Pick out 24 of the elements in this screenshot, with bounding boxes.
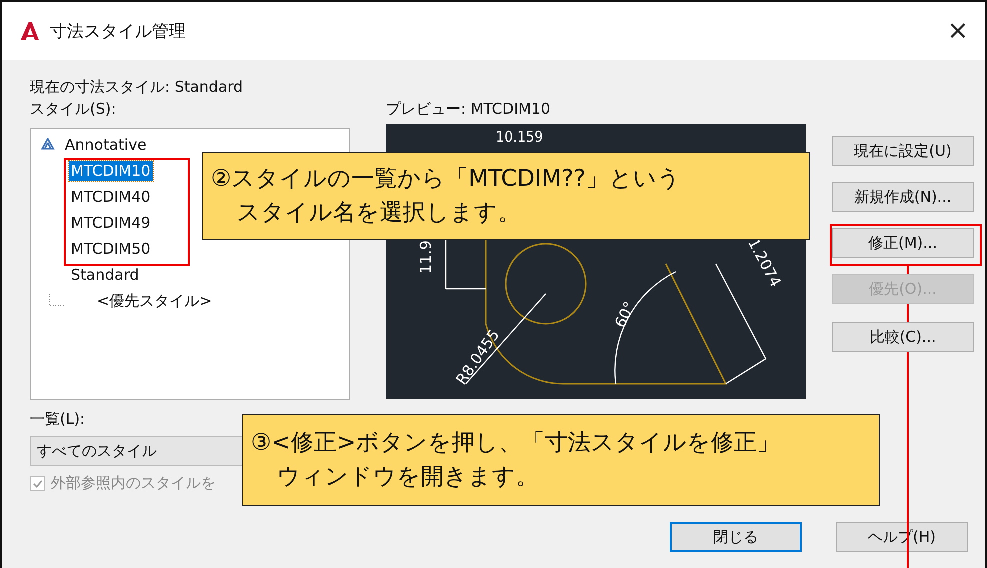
style-item[interactable]: Standard [69,265,142,285]
callout-text: ウィンドウを開きます。 [276,463,540,492]
style-item[interactable]: Annotative [63,135,149,155]
side-button[interactable]: 比較(C)... [832,322,974,352]
style-item[interactable]: MTCDIM50 [69,239,153,259]
preview-label: プレビュー: MTCDIM10 [386,99,552,120]
style-item[interactable]: MTCDIM10 [69,161,153,181]
list-label: 一覧(L): [30,409,86,430]
side-button[interactable]: 修正(M)... [832,228,974,258]
style-item[interactable]: MTCDIM40 [69,187,153,207]
current-style-label: 現在の寸法スタイル: Standard [30,77,244,98]
checkmark-icon [32,478,44,490]
xref-label: 外部参照内のスタイルを [51,474,216,493]
annotative-icon [41,138,55,152]
style-item[interactable]: MTCDIM49 [69,213,153,233]
styles-label: スタイル(S): [30,99,118,120]
close-button[interactable]: × [943,16,973,46]
side-button[interactable]: 新規作成(N)... [832,182,974,212]
logo-icon [20,21,40,41]
style-item[interactable]: <優先スタイル> [95,291,214,311]
tree-connector [49,294,65,308]
dialog-button[interactable]: 閉じる [670,522,802,552]
side-button[interactable]: 現在に設定(U) [832,136,974,166]
window-title: 寸法スタイル管理 [50,20,186,42]
